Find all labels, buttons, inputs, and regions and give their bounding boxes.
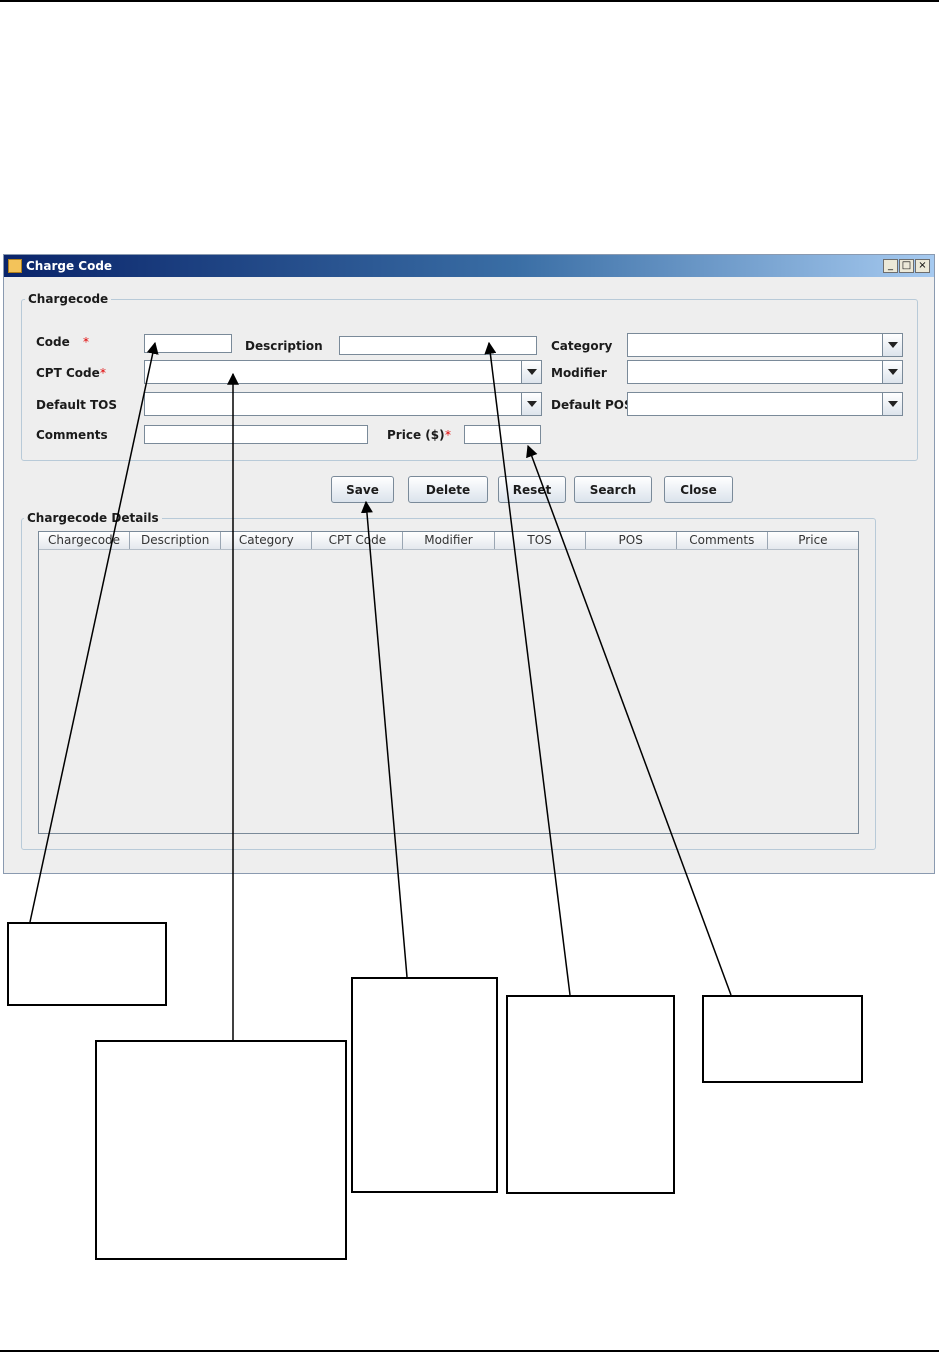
callout-line-price [526, 444, 732, 996]
callout-box-price [702, 995, 863, 1083]
callout-line-save [360, 500, 408, 978]
callout-box-code [7, 922, 167, 1006]
callout-line-code [29, 341, 159, 923]
bottom-rule [0, 1350, 939, 1352]
callout-box-cpt-code [95, 1040, 347, 1260]
callout-box-description [506, 995, 675, 1194]
callout-box-save [351, 977, 498, 1193]
callout-line-description [484, 341, 571, 996]
